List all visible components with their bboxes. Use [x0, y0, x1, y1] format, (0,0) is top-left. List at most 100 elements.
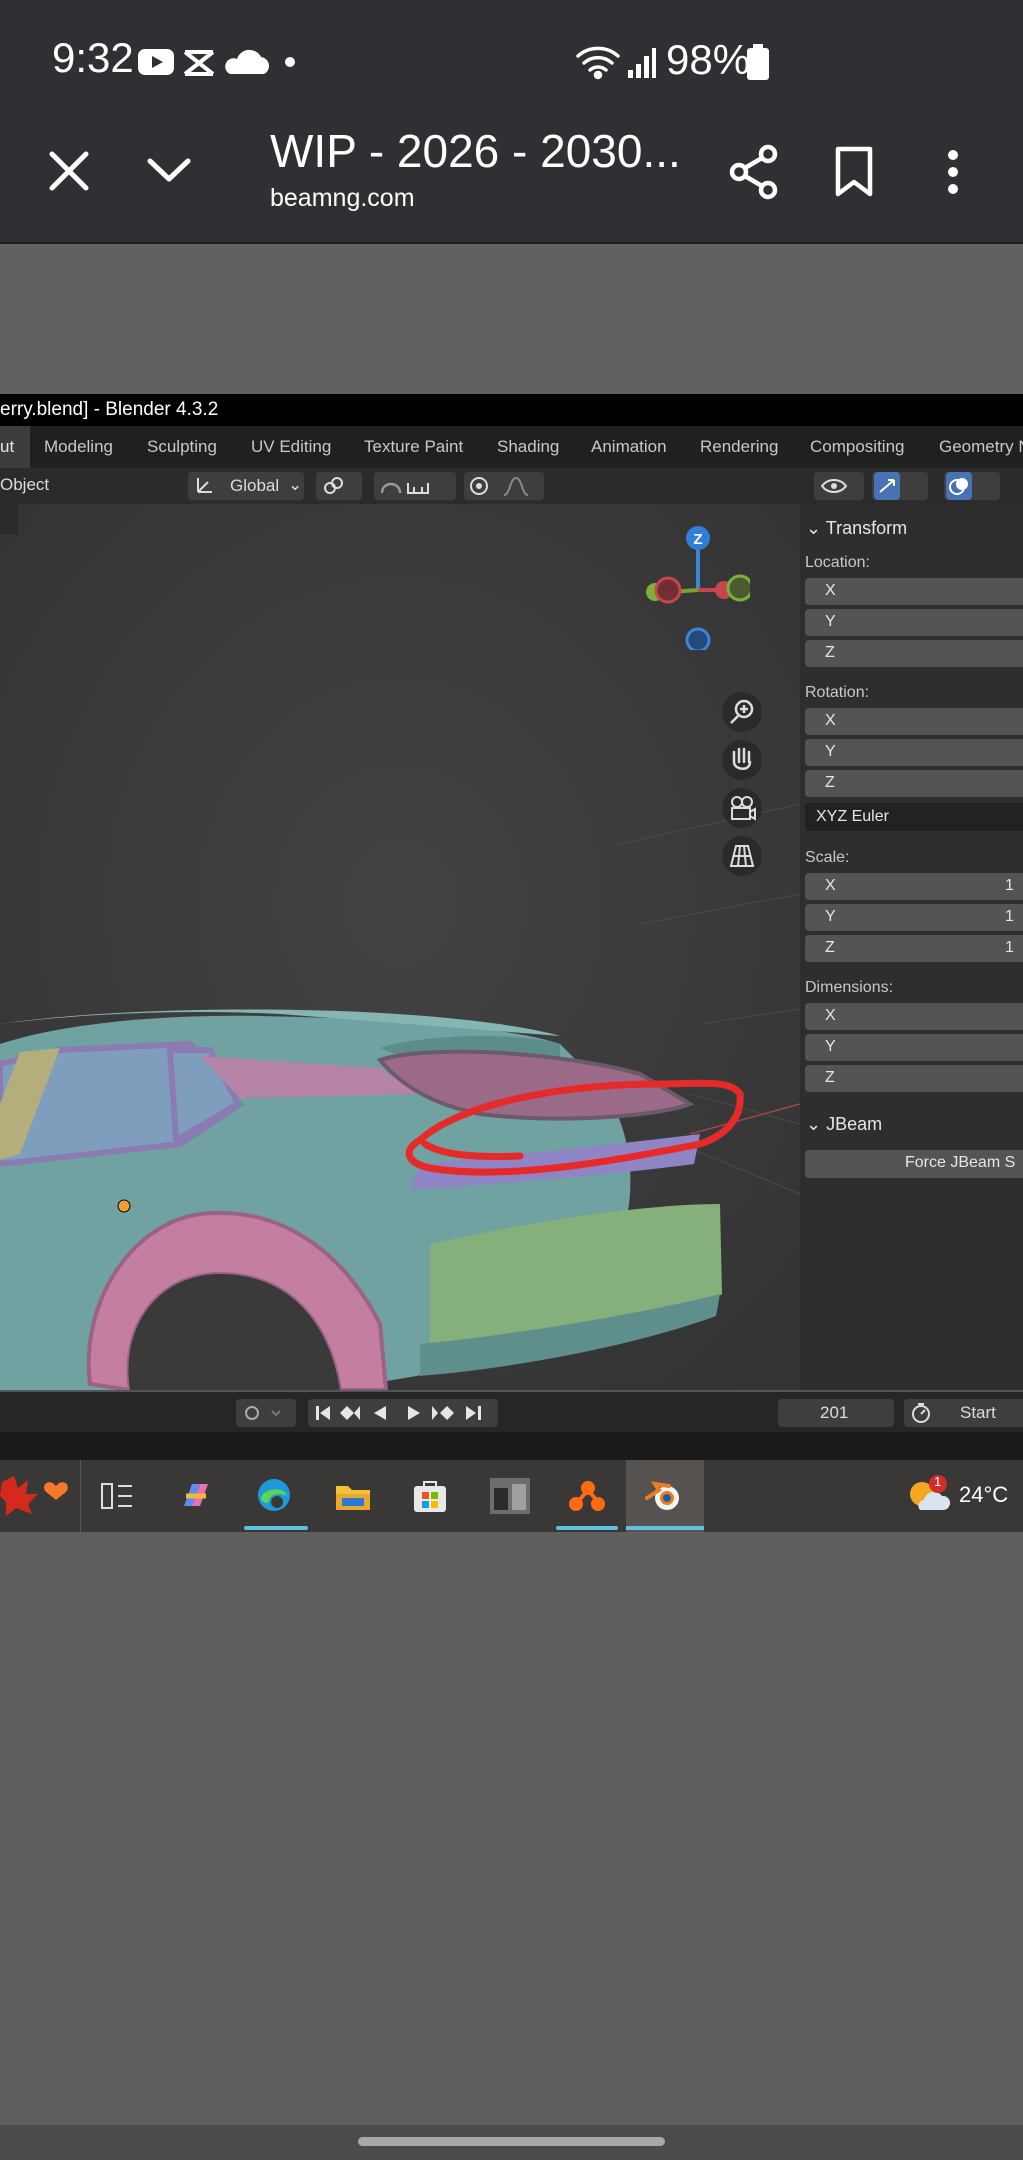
gizmo-dropdown[interactable]: [872, 472, 928, 500]
tab-animation[interactable]: Animation: [591, 437, 667, 457]
page-title: WIP - 2026 - 2030...: [270, 125, 681, 177]
home-gesture-pill[interactable]: [358, 2137, 665, 2146]
prev-keyframe-icon: [340, 1406, 360, 1420]
workspace-tabs: ut Modeling Sculpting UV Editing Texture…: [0, 426, 1023, 468]
location-label: Location:: [805, 554, 870, 571]
jump-start-icon: [316, 1406, 330, 1420]
start-frame-field[interactable]: Start: [904, 1399, 1023, 1427]
status-strip: [0, 1432, 1023, 1460]
force-jbeam-button[interactable]: Force JBeam S: [805, 1150, 1023, 1178]
dimensions-label: Dimensions:: [805, 979, 894, 996]
location-x-field[interactable]: X: [805, 578, 1023, 605]
file-explorer-icon[interactable]: [334, 1480, 372, 1512]
jbeam-header[interactable]: ⌄ JBeam: [806, 1114, 882, 1135]
gizmo-z-label: Z: [693, 531, 702, 548]
tab-texture-paint[interactable]: Texture Paint: [364, 437, 463, 457]
cell-signal-icon: [628, 48, 656, 78]
tab-rendering[interactable]: Rendering: [700, 437, 778, 457]
node-app-icon[interactable]: [566, 1476, 606, 1516]
chevron-down-icon: ⌄: [806, 518, 826, 538]
overlay-dropdown[interactable]: [944, 472, 1000, 500]
battery-percent: 98%: [666, 36, 751, 83]
maple-leaf-icon: [0, 1476, 68, 1516]
tab-geometry-nodes[interactable]: Geometry N: [939, 437, 1023, 457]
tab-compositing[interactable]: Compositing: [810, 437, 905, 457]
chevron-down-icon[interactable]: [146, 155, 192, 185]
snapping-controls[interactable]: [374, 472, 456, 500]
youtube-icon: [138, 49, 174, 75]
blender-title-bar: erry.blend] - Blender 4.3.2: [0, 394, 1023, 426]
weather-icon[interactable]: [906, 1474, 950, 1518]
chevron-down-icon: ⌄: [288, 475, 303, 494]
scale-label: Scale:: [805, 849, 850, 866]
close-icon[interactable]: [48, 150, 90, 192]
pivot-dropdown[interactable]: [316, 472, 362, 500]
tab-sculpting[interactable]: Sculpting: [147, 437, 217, 457]
page-background-bottom: [0, 1532, 1023, 2125]
hand-pan-icon[interactable]: [720, 738, 764, 782]
rotation-z-field[interactable]: Z: [805, 770, 1023, 797]
blender-icon: [645, 1481, 679, 1510]
blender-screenshot[interactable]: erry.blend] - Blender 4.3.2 ut Modeling …: [0, 394, 1023, 1532]
perspective-grid-icon[interactable]: [720, 834, 764, 878]
proportional-editing[interactable]: [464, 472, 544, 500]
more-options-icon[interactable]: [942, 148, 964, 200]
record-icon: [245, 1406, 281, 1420]
node-app-active-indicator: [556, 1526, 618, 1530]
object-mode-label[interactable]: Object: [0, 475, 49, 495]
camera-icon[interactable]: [720, 786, 764, 830]
page-background: [0, 244, 1023, 394]
edge-browser-icon[interactable]: [255, 1476, 293, 1514]
overlay-icon: [949, 478, 968, 495]
chevron-down-icon: ⌄: [806, 1114, 827, 1134]
rotation-label: Rotation:: [805, 684, 870, 701]
copilot-icon[interactable]: [178, 1478, 214, 1514]
bookmark-icon[interactable]: [834, 146, 874, 198]
scale-x-field[interactable]: X1: [805, 873, 1023, 900]
page-domain: beamng.com: [270, 184, 415, 212]
scale-z-field[interactable]: Z1: [805, 935, 1023, 962]
photo-app-icon[interactable]: [490, 1478, 530, 1514]
tab-modeling[interactable]: Modeling: [44, 437, 113, 457]
orientation-value: Global: [230, 476, 280, 495]
windows-taskbar: 1 24°C: [0, 1460, 1023, 1532]
tab-shading[interactable]: Shading: [497, 437, 559, 457]
gizmo-icon: [879, 479, 895, 493]
microsoft-store-icon[interactable]: [412, 1478, 448, 1514]
blender-taskbar-highlight[interactable]: [626, 1460, 704, 1532]
playback-controls[interactable]: [308, 1399, 498, 1427]
dimension-y-field[interactable]: Y: [805, 1034, 1023, 1061]
capcut-icon: [183, 50, 215, 76]
scale-y-field[interactable]: Y1: [805, 904, 1023, 931]
battery-icon: [747, 44, 769, 80]
tab-layout[interactable]: ut: [0, 426, 30, 468]
dimension-x-field[interactable]: X: [805, 1003, 1023, 1030]
navigation-gizmo[interactable]: Z: [640, 520, 750, 650]
zoom-icon[interactable]: [720, 690, 764, 734]
transform-header[interactable]: ⌄ Transform: [806, 518, 907, 539]
playback-icons: [316, 1406, 481, 1420]
dimension-z-field[interactable]: Z: [805, 1065, 1023, 1092]
orientation-dropdown[interactable]: Global ⌄: [188, 472, 304, 500]
rotation-mode-dropdown[interactable]: XYZ Euler: [805, 803, 1023, 831]
rotation-y-field[interactable]: Y: [805, 739, 1023, 766]
jump-end-icon: [466, 1406, 481, 1420]
eye-icon: [820, 479, 848, 493]
sidebar-n-panel: ⌄ Transform Location: X Y Z Rotation: X …: [800, 504, 1023, 1390]
cloud-icon: [225, 49, 269, 74]
location-y-field[interactable]: Y: [805, 609, 1023, 636]
share-icon[interactable]: [728, 144, 780, 200]
rotation-x-field[interactable]: X: [805, 708, 1023, 735]
link-icon: [324, 477, 343, 494]
next-keyframe-icon: [432, 1406, 454, 1420]
status-time: 9:32: [52, 34, 134, 81]
snap-icon: [380, 482, 429, 494]
current-frame-field[interactable]: 201: [778, 1399, 894, 1427]
play-icon: [408, 1406, 420, 1420]
visibility-dropdown[interactable]: [814, 472, 864, 500]
task-view-icon[interactable]: [100, 1480, 136, 1512]
location-z-field[interactable]: Z: [805, 640, 1023, 667]
3d-viewport[interactable]: Z: [0, 504, 800, 1390]
tab-uv-editing[interactable]: UV Editing: [251, 437, 331, 457]
keying-dropdown[interactable]: [236, 1399, 296, 1427]
